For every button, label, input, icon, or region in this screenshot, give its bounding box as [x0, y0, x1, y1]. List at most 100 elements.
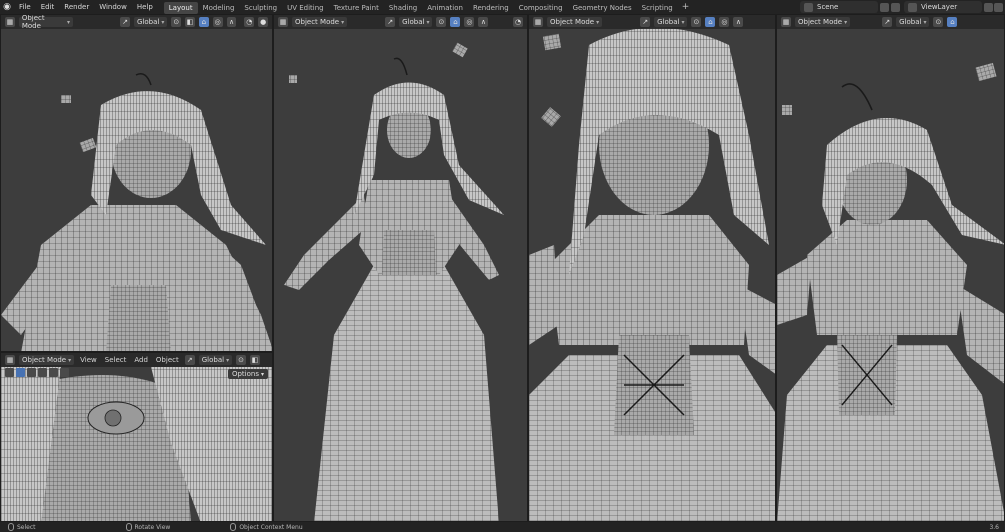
select-subtract-icon[interactable]: [38, 368, 47, 377]
mode-dropdown[interactable]: Object Mode ▾: [292, 17, 348, 27]
view-menu[interactable]: View: [78, 356, 99, 364]
orientation-dropdown[interactable]: Global ▾: [654, 17, 688, 27]
add-workspace-icon[interactable]: +: [678, 2, 694, 12]
snap-toggle-icon[interactable]: ⌂: [705, 17, 716, 27]
floating-plane: [289, 75, 297, 83]
tab-texture-paint[interactable]: Texture Paint: [329, 2, 384, 14]
orientation-dropdown[interactable]: Global ▾: [198, 355, 233, 365]
tab-uv-editing[interactable]: UV Editing: [282, 2, 329, 14]
select-menu[interactable]: Select: [103, 356, 129, 364]
select-intersect-icon[interactable]: [60, 368, 69, 377]
pivot-icon[interactable]: ⊙: [436, 17, 447, 27]
pivot-icon[interactable]: ⊙: [933, 17, 944, 27]
tweak-tool-icon[interactable]: [5, 368, 14, 377]
select-box-icon[interactable]: [16, 368, 25, 377]
tab-animation[interactable]: Animation: [422, 2, 468, 14]
proportional-icon[interactable]: ◎: [212, 17, 223, 27]
snap-toggle-icon[interactable]: ⌂: [947, 17, 958, 27]
ahoge-strand: [135, 73, 152, 86]
transform-orientation-icon: ↗: [120, 17, 131, 27]
mode-dropdown[interactable]: Object Mode ▾: [795, 17, 851, 27]
viewport-bottom-left[interactable]: ▦ Object Mode ▾ View Select Add Object ↗ …: [0, 352, 273, 522]
viewport-header: ▦ Object Mode ▾ ↗ Global ▾ ⊙ ⌂: [777, 15, 1004, 29]
viewport-front-body[interactable]: ▦ Object Mode ▾ ↗ Global ▾ ⊙ ⌂ ◎ ∧ ◔: [273, 14, 528, 522]
transform-orientation-icon: ↗: [882, 17, 893, 27]
tab-rendering[interactable]: Rendering: [468, 2, 514, 14]
mode-dropdown[interactable]: Object Mode ▾: [547, 17, 603, 27]
select-invert-icon[interactable]: [49, 368, 58, 377]
new-scene-icon[interactable]: [880, 3, 889, 12]
tab-compositing[interactable]: Compositing: [514, 2, 568, 14]
orientation-dropdown[interactable]: Global ▾: [399, 17, 433, 27]
new-view-layer-icon[interactable]: [984, 3, 993, 12]
mode-dropdown[interactable]: Object Mode ▾: [18, 15, 73, 30]
viewport-top-left[interactable]: ▦ Object Mode ▾ ↗ Global ▾ ⊙ ◧ ⌂ ◎ ∧ ◔ ●: [0, 14, 273, 352]
floating-plane: [782, 105, 792, 115]
corset-mesh: [382, 230, 436, 275]
snap-toggle-icon[interactable]: ⌂: [199, 17, 209, 27]
object-menu[interactable]: Object: [154, 356, 181, 364]
blender-logo-icon[interactable]: ◉: [0, 0, 14, 14]
snap-toggle-icon[interactable]: ⌂: [450, 17, 461, 27]
orientation-dropdown[interactable]: Global ▾: [134, 17, 168, 27]
ahoge-strand: [841, 83, 873, 111]
view-layer-selector[interactable]: ViewLayer: [904, 1, 982, 13]
tab-modeling[interactable]: Modeling: [198, 2, 240, 14]
menu-help[interactable]: Help: [132, 0, 158, 14]
shading-icon[interactable]: ●: [258, 17, 269, 27]
proportional-icon[interactable]: ◎: [464, 17, 475, 27]
floating-plane: [79, 137, 97, 153]
left-arm-mesh: [529, 245, 559, 345]
overlay-icon[interactable]: ◔: [244, 17, 255, 27]
tab-sculpting[interactable]: Sculpting: [239, 2, 282, 14]
pivot-icon[interactable]: ⊙: [236, 355, 247, 365]
corset-mesh: [106, 285, 171, 351]
falloff-icon[interactable]: ∧: [733, 17, 744, 27]
editor-type-icon[interactable]: ▦: [278, 17, 288, 27]
snap-icon[interactable]: ◧: [185, 17, 195, 27]
transform-orientation-icon: ↗: [640, 17, 651, 27]
mesh-view-side: [777, 62, 1004, 521]
status-select: Select: [8, 523, 36, 531]
overlay-icon[interactable]: ◔: [513, 17, 523, 27]
pivot-icon[interactable]: ⊙: [691, 17, 702, 27]
tab-layout[interactable]: Layout: [163, 1, 198, 14]
mouse-right-icon: [230, 523, 237, 531]
scene-selector[interactable]: Scene: [800, 1, 878, 13]
delete-scene-icon[interactable]: [891, 3, 900, 12]
falloff-icon[interactable]: ∧: [478, 17, 489, 27]
view-layer-icon: [908, 2, 917, 12]
viewport-header: ▦ Object Mode ▾ ↗ Global ▾ ⊙ ⌂ ◎ ∧: [529, 15, 775, 29]
editor-type-icon[interactable]: ▦: [5, 355, 15, 365]
falloff-icon[interactable]: ∧: [226, 17, 237, 27]
pivot-icon[interactable]: ⊙: [171, 17, 182, 27]
mesh-view-full-front: [284, 42, 504, 521]
tab-geometry-nodes[interactable]: Geometry Nodes: [568, 2, 637, 14]
viewport-upper-body-closeup[interactable]: ▦ Object Mode ▾ ↗ Global ▾ ⊙ ⌂ ◎ ∧: [528, 14, 776, 522]
scene-name: Scene: [817, 3, 839, 11]
tab-shading[interactable]: Shading: [384, 2, 422, 14]
editor-type-icon[interactable]: ▦: [5, 17, 15, 27]
status-bar: Select Rotate View Object Context Menu 3…: [0, 522, 1005, 532]
menu-render[interactable]: Render: [59, 0, 94, 14]
mouse-middle-icon: [125, 523, 132, 531]
ahoge-strand: [393, 57, 408, 76]
snap-icon[interactable]: ◧: [250, 355, 261, 365]
delete-view-layer-icon[interactable]: [994, 3, 1003, 12]
tab-scripting[interactable]: Scripting: [637, 2, 678, 14]
options-button[interactable]: Options ▾: [227, 369, 268, 379]
menu-edit[interactable]: Edit: [36, 0, 60, 14]
menu-window[interactable]: Window: [94, 0, 132, 14]
menu-file[interactable]: File: [14, 0, 36, 14]
orientation-dropdown[interactable]: Global ▾: [896, 17, 930, 27]
viewport-side-view[interactable]: ▦ Object Mode ▾ ↗ Global ▾ ⊙ ⌂: [776, 14, 1005, 522]
select-extend-icon[interactable]: [27, 368, 36, 377]
version-label: 3.6: [989, 523, 999, 531]
editor-type-icon[interactable]: ▦: [533, 17, 543, 27]
scene-icon: [804, 2, 813, 12]
chest-mesh: [807, 220, 967, 335]
proportional-icon[interactable]: ◎: [719, 17, 730, 27]
add-menu[interactable]: Add: [132, 356, 150, 364]
editor-type-icon[interactable]: ▦: [781, 17, 791, 27]
mode-dropdown[interactable]: Object Mode ▾: [19, 355, 75, 365]
